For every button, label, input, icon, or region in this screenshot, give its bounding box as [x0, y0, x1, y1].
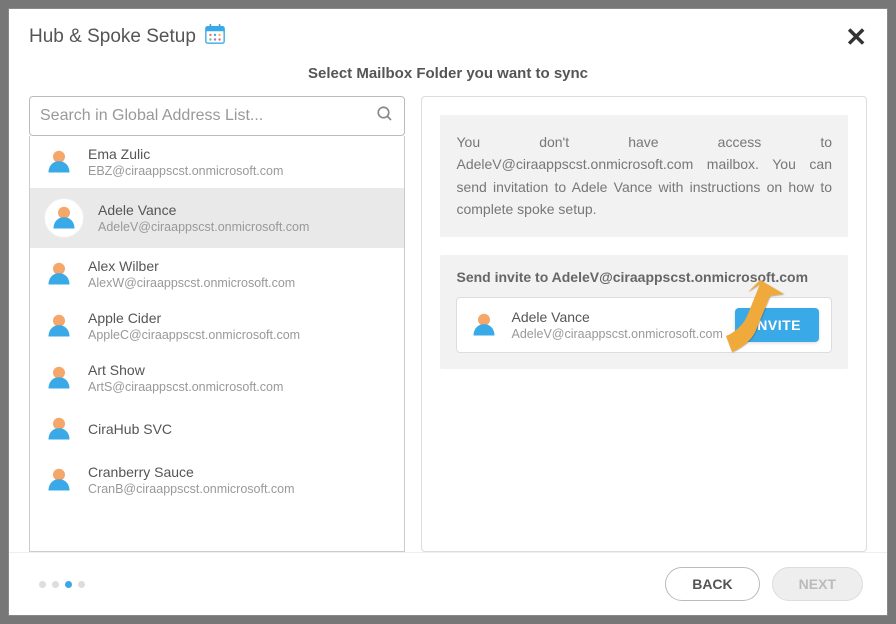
- person-info: Ema Zulic EBZ@ciraappscst.onmicrosoft.co…: [88, 146, 283, 178]
- person-name: Art Show: [88, 362, 283, 378]
- step-dots: [39, 581, 85, 588]
- modal-footer: BACK NEXT: [9, 552, 887, 615]
- invite-info: Adele Vance AdeleV@ciraappscst.onmicroso…: [511, 309, 722, 341]
- step-dot: [39, 581, 46, 588]
- avatar-icon: [44, 465, 74, 495]
- person-info: Art Show ArtS@ciraappscst.onmicrosoft.co…: [88, 362, 283, 394]
- avatar-icon: [44, 414, 74, 444]
- instruction-text: Select Mailbox Folder you want to sync: [9, 59, 887, 96]
- person-name: Alex Wilber: [88, 258, 295, 274]
- footer-buttons: BACK NEXT: [665, 567, 863, 601]
- person-info: Adele Vance AdeleV@ciraappscst.onmicroso…: [98, 202, 309, 234]
- person-info: Apple Cider AppleC@ciraappscst.onmicroso…: [88, 310, 300, 342]
- invite-button[interactable]: INVITE: [735, 308, 819, 342]
- person-name: Ema Zulic: [88, 146, 283, 162]
- step-dot: [52, 581, 59, 588]
- step-dot: [78, 581, 85, 588]
- person-name: Adele Vance: [98, 202, 309, 218]
- search-input[interactable]: [40, 107, 376, 125]
- invite-card: Adele Vance AdeleV@ciraappscst.onmicroso…: [456, 297, 832, 353]
- list-item[interactable]: CiraHub SVC: [30, 404, 404, 454]
- person-email: EBZ@ciraappscst.onmicrosoft.com: [88, 164, 283, 178]
- avatar-icon: [44, 198, 84, 238]
- modal-header: Hub & Spoke Setup ✕: [9, 9, 887, 59]
- person-email: AdeleV@ciraappscst.onmicrosoft.com: [98, 220, 309, 234]
- list-item[interactable]: Cranberry Sauce CranB@ciraappscst.onmicr…: [30, 454, 404, 506]
- step-dot: [65, 581, 72, 588]
- person-email: AlexW@ciraappscst.onmicrosoft.com: [88, 276, 295, 290]
- list-item[interactable]: Adele Vance AdeleV@ciraappscst.onmicroso…: [30, 188, 404, 248]
- list-item[interactable]: Art Show ArtS@ciraappscst.onmicrosoft.co…: [30, 352, 404, 404]
- modal-dialog: Hub & Spoke Setup ✕ Select Mailbox Folde…: [8, 8, 888, 616]
- person-name: Cranberry Sauce: [88, 464, 295, 480]
- avatar-icon: [44, 147, 74, 177]
- back-button[interactable]: BACK: [665, 567, 759, 601]
- avatar-icon: [44, 363, 74, 393]
- right-column: You don't have access to AdeleV@ciraapps…: [421, 96, 867, 552]
- list-item[interactable]: Alex Wilber AlexW@ciraappscst.onmicrosof…: [30, 248, 404, 300]
- avatar-icon: [44, 311, 74, 341]
- invite-person-email: AdeleV@ciraappscst.onmicrosoft.com: [511, 327, 722, 341]
- next-button: NEXT: [772, 567, 863, 601]
- close-icon[interactable]: ✕: [845, 24, 867, 50]
- title-text: Hub & Spoke Setup: [29, 26, 196, 48]
- person-email: AppleC@ciraappscst.onmicrosoft.com: [88, 328, 300, 342]
- invite-section: Send invite to AdeleV@ciraappscst.onmicr…: [440, 255, 848, 369]
- avatar-icon: [44, 259, 74, 289]
- person-name: Apple Cider: [88, 310, 300, 326]
- access-message: You don't have access to AdeleV@ciraapps…: [440, 115, 848, 237]
- calendar-icon: [204, 23, 226, 51]
- search-box[interactable]: [29, 96, 405, 136]
- modal-title: Hub & Spoke Setup: [29, 23, 226, 51]
- person-name: CiraHub SVC: [88, 421, 172, 437]
- modal-body: Ema Zulic EBZ@ciraappscst.onmicrosoft.co…: [9, 96, 887, 552]
- avatar-icon: [469, 310, 499, 340]
- person-info: Alex Wilber AlexW@ciraappscst.onmicrosof…: [88, 258, 295, 290]
- person-info: Cranberry Sauce CranB@ciraappscst.onmicr…: [88, 464, 295, 496]
- list-item[interactable]: Apple Cider AppleC@ciraappscst.onmicroso…: [30, 300, 404, 352]
- invite-person-name: Adele Vance: [511, 309, 722, 325]
- address-list[interactable]: Ema Zulic EBZ@ciraappscst.onmicrosoft.co…: [29, 136, 405, 552]
- person-email: CranB@ciraappscst.onmicrosoft.com: [88, 482, 295, 496]
- left-column: Ema Zulic EBZ@ciraappscst.onmicrosoft.co…: [29, 96, 405, 552]
- search-icon: [376, 105, 394, 128]
- invite-heading: Send invite to AdeleV@ciraappscst.onmicr…: [456, 269, 832, 285]
- person-info: CiraHub SVC: [88, 421, 172, 437]
- person-email: ArtS@ciraappscst.onmicrosoft.com: [88, 380, 283, 394]
- list-item[interactable]: Ema Zulic EBZ@ciraappscst.onmicrosoft.co…: [30, 136, 404, 188]
